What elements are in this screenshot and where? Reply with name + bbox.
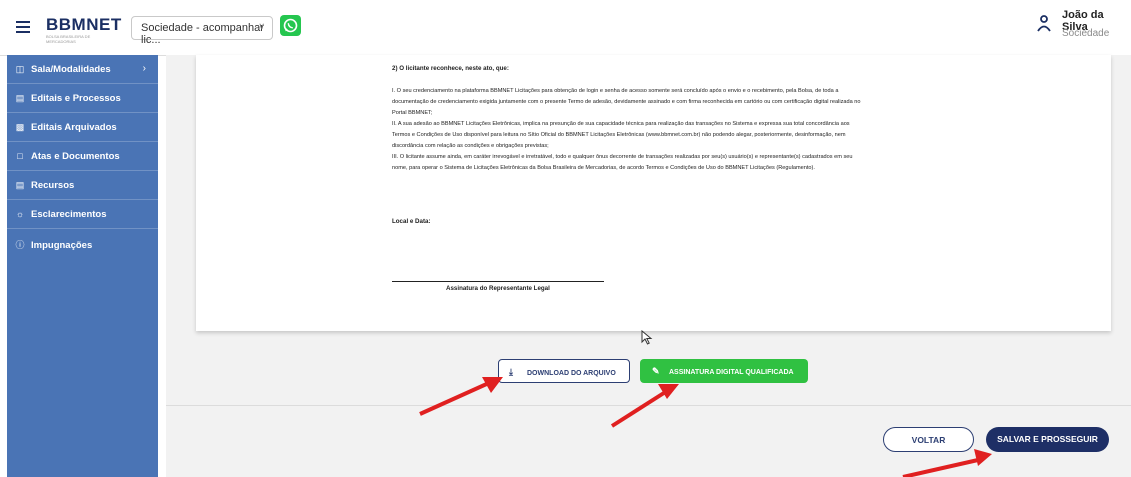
chevron-down-icon: ∨ <box>258 21 265 31</box>
document-line: III. O licitante assume ainda, em caráte… <box>392 154 853 160</box>
download-icon: ⤓ <box>509 367 513 377</box>
local-data-label: Local e Data: <box>392 218 431 225</box>
pencil-icon: ✎ <box>652 366 660 376</box>
document-heading: 2) O licitante reconhece, neste ato, que… <box>392 65 509 72</box>
sidebar-item-editais-arquivados[interactable]: ▩ Editais Arquivados <box>7 113 158 142</box>
user-role: Sociedade <box>1062 28 1110 39</box>
download-file-button[interactable]: ⤓ DOWNLOAD DO ARQUIVO <box>498 359 630 383</box>
sidebar-item-label: Impugnações <box>31 240 93 251</box>
document-line: documentação de credenciamento exigida j… <box>392 99 861 105</box>
document-line: I. O seu credenciamento na plataforma BB… <box>392 88 839 94</box>
sidebar-item-label: Atas e Documentos <box>31 151 120 162</box>
profile-selector-value: Sociedade - acompanhar lic... <box>141 22 264 46</box>
hamburger-menu-icon[interactable] <box>16 21 30 33</box>
download-file-label: DOWNLOAD DO ARQUIVO <box>527 370 616 377</box>
sidebar-item-impugnacoes[interactable]: ⓘ Impugnações <box>7 229 158 258</box>
document-line: Portal BBMNET; <box>392 110 433 116</box>
signature-line <box>392 281 604 282</box>
cart-icon: ▤ <box>15 93 25 103</box>
sidebar-item-label: Esclarecimentos <box>31 209 107 220</box>
sidebar-item-recursos[interactable]: ▤ Recursos <box>7 171 158 200</box>
top-bar: BBMNET BOLSA BRASILEIRA DE MERCADORIAS S… <box>0 0 1131 56</box>
sidebar-item-label: Sala/Modalidades <box>31 64 111 75</box>
sidebar-item-label: Editais Arquivados <box>31 122 117 133</box>
sidebar-item-sala-modalidades[interactable]: ◫ Sala/Modalidades › <box>7 55 158 84</box>
back-button[interactable]: VOLTAR <box>883 427 974 452</box>
lightbulb-icon: ☼ <box>15 209 25 219</box>
signature-label: Assinatura do Representante Legal <box>446 285 550 292</box>
list-icon: ▤ <box>15 180 25 190</box>
logo-text: BBMNET <box>46 15 122 34</box>
bbmnet-logo[interactable]: BBMNET BOLSA BRASILEIRA DE MERCADORIAS <box>46 15 122 44</box>
document-line: discordância com relação as condições e … <box>392 143 549 149</box>
sidebar-item-label: Recursos <box>31 180 75 191</box>
sidebar-item-esclarecimentos[interactable]: ☼ Esclarecimentos <box>7 200 158 229</box>
archive-icon: ▩ <box>15 122 25 132</box>
document-line: II. A sua adesão ao BBMNET Licitações El… <box>392 121 850 127</box>
sidebar: ◫ Sala/Modalidades › ▤ Editais e Processos… <box>7 55 158 477</box>
sidebar-item-editais-processos[interactable]: ▤ Editais e Processos <box>7 84 158 113</box>
footer-divider <box>166 405 1131 406</box>
digital-signature-button[interactable]: ✎ ASSINATURA DIGITAL QUALIFICADA <box>640 359 808 383</box>
mouse-cursor-icon <box>641 330 653 345</box>
document-line: nome, para operar o Sistema de Licitaçõe… <box>392 165 815 171</box>
rooms-icon: ◫ <box>15 64 25 74</box>
profile-selector[interactable]: Sociedade - acompanhar lic... ∨ <box>131 16 273 46</box>
whatsapp-icon[interactable] <box>280 15 301 36</box>
document-line: Termos e Condições de Uso disponível par… <box>392 132 846 138</box>
info-icon: ⓘ <box>15 240 25 250</box>
document-icon: □ <box>17 151 23 161</box>
document-preview: 2) O licitante reconhece, neste ato, que… <box>196 55 1111 331</box>
sidebar-item-label: Editais e Processos <box>31 93 121 104</box>
sidebar-item-atas-documentos[interactable]: □ Atas e Documentos <box>7 142 158 171</box>
digital-signature-label: ASSINATURA DIGITAL QUALIFICADA <box>669 369 794 376</box>
user-icon[interactable] <box>1036 9 1052 37</box>
logo-tagline: BOLSA BRASILEIRA DE MERCADORIAS <box>46 34 91 44</box>
save-continue-button[interactable]: SALVAR E PROSSEGUIR <box>986 427 1109 452</box>
chevron-right-icon: › <box>142 63 146 74</box>
